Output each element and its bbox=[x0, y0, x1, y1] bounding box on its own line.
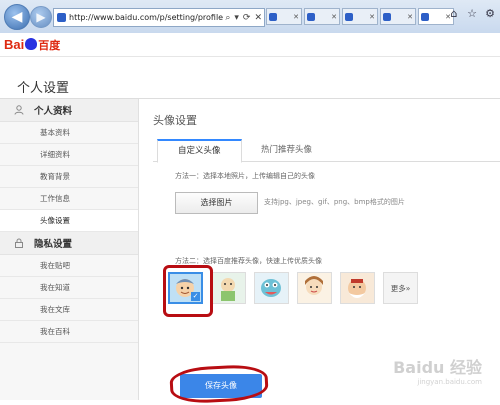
tab-custom-avatar[interactable]: 自定义头像 bbox=[157, 139, 242, 163]
close-icon[interactable]: ✕ bbox=[407, 13, 413, 21]
close-icon[interactable]: ✕ bbox=[293, 13, 299, 21]
browser-toolbar: ◀ ▶ http://www.baidu.com/p/setting/profi… bbox=[0, 0, 500, 34]
logo-cn: 百度 bbox=[38, 40, 61, 52]
sidebar-item-basic-info[interactable]: 基本资料 bbox=[0, 122, 138, 144]
favicon-icon bbox=[383, 12, 391, 21]
browser-tab[interactable]: ✕ bbox=[342, 8, 378, 25]
sidebar-item-wenku[interactable]: 我在文库 bbox=[0, 299, 138, 321]
close-icon[interactable]: ✕ bbox=[331, 13, 337, 21]
gear-icon[interactable]: ⚙ bbox=[484, 7, 496, 20]
browser-tab[interactable]: ✕ bbox=[266, 8, 302, 25]
search-icon[interactable]: ⌕ bbox=[223, 13, 232, 23]
tab-popular-avatar[interactable]: 热门推荐头像 bbox=[241, 139, 332, 161]
avatar-tabs: 自定义头像 热门推荐头像 bbox=[153, 139, 500, 163]
avatar-option[interactable] bbox=[297, 272, 332, 304]
highlight-annotation bbox=[163, 265, 213, 317]
page-title: 个人设置 bbox=[17, 81, 70, 96]
browser-tab[interactable]: ✕ bbox=[380, 8, 416, 25]
sidebar-item-baike[interactable]: 我在百科 bbox=[0, 321, 138, 343]
avatar-option[interactable] bbox=[211, 272, 246, 304]
site-header: Bai 百度 bbox=[0, 33, 500, 57]
watermark-url: jingyan.baidu.com bbox=[417, 378, 482, 386]
sidebar-section-label: 隐私设置 bbox=[34, 239, 73, 250]
sidebar: 个人资料 基本资料 详细资料 教育背景 工作信息 头像设置 隐私设置 我在贴吧 … bbox=[0, 99, 139, 400]
sidebar-item-zhidao[interactable]: 我在知道 bbox=[0, 277, 138, 299]
sidebar-item-work[interactable]: 工作信息 bbox=[0, 188, 138, 210]
watermark: Baidu 经验 jingyan.baidu.com bbox=[393, 354, 482, 386]
sidebar-item-education[interactable]: 教育背景 bbox=[0, 166, 138, 188]
sidebar-item-detailed-info[interactable]: 详细资料 bbox=[0, 144, 138, 166]
sidebar-item-tieba[interactable]: 我在贴吧 bbox=[0, 255, 138, 277]
arrow-right-icon: ▶ bbox=[36, 10, 46, 24]
section-title: 头像设置 bbox=[153, 114, 197, 127]
sidebar-section-label: 个人资料 bbox=[34, 106, 73, 117]
favicon-icon bbox=[307, 12, 315, 21]
user-icon bbox=[14, 105, 24, 115]
highlight-annotation bbox=[169, 363, 269, 405]
favicon-icon bbox=[57, 13, 66, 22]
browser-tab[interactable]: ✕ bbox=[304, 8, 340, 25]
forward-button[interactable]: ▶ bbox=[30, 6, 52, 28]
choose-image-button[interactable]: 选择图片 bbox=[175, 192, 258, 214]
sidebar-item-avatar[interactable]: 头像设置 bbox=[0, 210, 138, 232]
browser-actions: ⌂ ☆ ⚙ bbox=[448, 7, 496, 20]
logo-bai: Bai bbox=[4, 37, 25, 52]
browser-tabs: ✕ ✕ ✕ ✕ ✕ bbox=[266, 8, 454, 25]
lock-icon bbox=[14, 238, 24, 248]
avatar-option[interactable] bbox=[340, 272, 375, 304]
format-support-text: 支持jpg、jpeg、gif、png、bmp格式的图片 bbox=[264, 198, 405, 206]
address-url[interactable]: http://www.baidu.com/p/setting/profile/p… bbox=[69, 13, 223, 22]
home-icon[interactable]: ⌂ bbox=[448, 7, 460, 20]
method-one-text: 方法一：选择本地照片，上传编辑自己的头像 bbox=[175, 172, 315, 180]
sidebar-section-privacy[interactable]: 隐私设置 bbox=[0, 232, 138, 255]
arrow-left-icon: ◀ bbox=[11, 9, 23, 25]
favicon-icon bbox=[269, 12, 277, 21]
avatar-option[interactable] bbox=[254, 272, 289, 304]
back-button[interactable]: ◀ bbox=[4, 4, 30, 30]
more-avatars-button[interactable]: 更多» bbox=[383, 272, 418, 304]
favicon-icon bbox=[345, 12, 353, 21]
star-icon[interactable]: ☆ bbox=[466, 7, 478, 20]
favicon-icon bbox=[421, 12, 429, 21]
paw-icon bbox=[25, 38, 38, 50]
dropdown-icon[interactable]: ▾ bbox=[232, 13, 241, 23]
stop-icon[interactable]: ✕ bbox=[252, 13, 264, 23]
address-bar[interactable]: http://www.baidu.com/p/setting/profile/p… bbox=[53, 8, 265, 27]
refresh-icon[interactable]: ⟳ bbox=[241, 13, 253, 23]
sidebar-section-profile[interactable]: 个人资料 bbox=[0, 99, 138, 122]
close-icon[interactable]: ✕ bbox=[369, 13, 375, 21]
watermark-title: Baidu 经验 bbox=[393, 358, 482, 377]
baidu-logo[interactable]: Bai 百度 bbox=[4, 37, 60, 53]
